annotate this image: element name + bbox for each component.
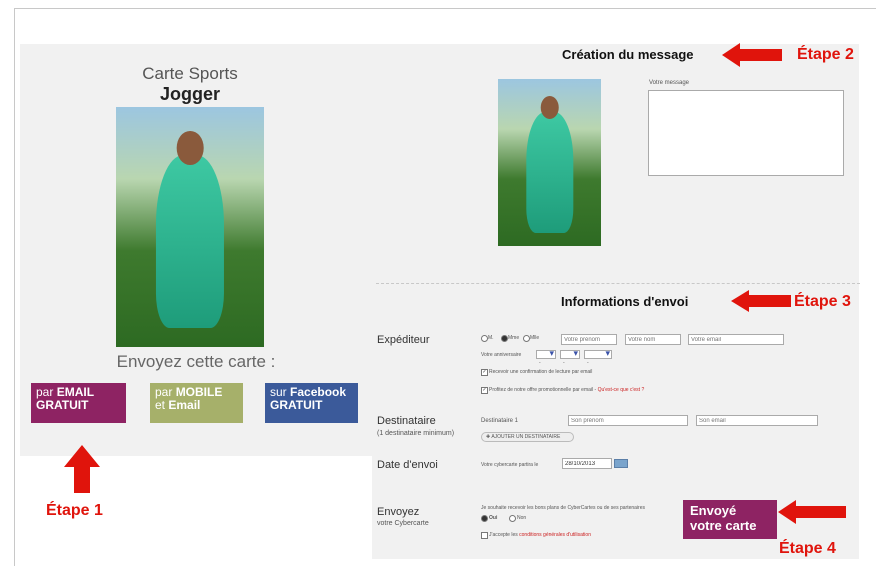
title-mr-radio[interactable]	[481, 335, 488, 342]
arrow-left-icon	[731, 290, 791, 312]
birthday-day-select[interactable]: -	[536, 348, 556, 366]
title-mr-label: M.	[488, 335, 494, 341]
title-mrs-label: Mme	[508, 335, 520, 341]
sender-first-name-input[interactable]	[561, 334, 617, 345]
message-textarea[interactable]	[648, 90, 844, 176]
sender-label: Expéditeur	[377, 334, 430, 346]
partner-offers-label: Je souhaite recevoir les bons plans de C…	[481, 505, 645, 511]
recipient-email-input[interactable]	[696, 415, 818, 426]
send-date-input[interactable]	[562, 458, 612, 469]
arrow-up-icon	[64, 445, 100, 493]
step-1-label: Étape 1	[46, 502, 103, 519]
step-2-label: Étape 2	[797, 46, 854, 63]
title-miss-label: Mlle	[530, 335, 540, 341]
jogger-figure	[525, 112, 574, 233]
arrow-left-icon	[778, 500, 846, 524]
recipient-first-name-input[interactable]	[568, 415, 688, 426]
jogger-head	[540, 95, 559, 120]
jogger-head	[176, 131, 204, 165]
offers-no-label: Non	[517, 515, 527, 521]
send-by-facebook-button[interactable]: sur Facebook GRATUIT	[265, 383, 358, 423]
step-4-label: Étape 4	[779, 540, 836, 557]
recipient-minimum-note: (1 destinataire minimum)	[377, 430, 455, 437]
sender-last-name-input[interactable]	[625, 334, 681, 345]
card-photo	[116, 107, 264, 347]
message-section-heading: Création du message	[562, 47, 694, 62]
read-confirmation-checkbox[interactable]: ✓	[481, 369, 488, 376]
promo-info-link[interactable]: Qu'est-ce que c'est ?	[598, 387, 645, 393]
terms-label: J'accepte les conditions générales d'uti…	[489, 532, 591, 538]
offers-yes-radio[interactable]	[481, 515, 488, 522]
offers-no-radio[interactable]	[509, 515, 516, 522]
terms-checkbox[interactable]	[481, 532, 488, 539]
promo-offer-checkbox[interactable]: ✓	[481, 387, 488, 394]
card-category-title: Carte Sports	[142, 64, 238, 83]
send-by-mobile-button[interactable]: par MOBILE et Email	[150, 383, 243, 423]
send-this-card-label: Envoyez cette carte :	[116, 352, 276, 371]
section-divider	[376, 283, 860, 284]
send-card-button[interactable]: Envoyé votre carte	[683, 500, 777, 539]
add-recipient-button[interactable]: ✚ AJOUTER UN DESTINATAIRE	[481, 432, 574, 442]
recipient-label: Destinataire	[377, 415, 436, 427]
recipient-row-label: Destinataire 1	[481, 418, 519, 424]
step-3-label: Étape 3	[794, 293, 851, 310]
send-date-label: Date d'envoi	[377, 459, 438, 471]
terms-link[interactable]: conditions générales d'utilisation	[519, 532, 591, 538]
birthday-month-select[interactable]: -	[560, 348, 580, 366]
promo-offer-label: Profitez de notre offre promotionnelle p…	[489, 387, 645, 393]
message-label: Votre message	[649, 80, 690, 86]
read-confirmation-label: Recevoir une confirmation de lecture par…	[489, 369, 593, 375]
message-card-thumbnail	[498, 79, 601, 246]
send-date-text: Votre cybercarte partira le	[481, 462, 539, 468]
title-miss-radio[interactable]	[523, 335, 530, 342]
sending-section-heading: Informations d'envoi	[561, 294, 689, 309]
jogger-figure	[155, 155, 225, 328]
birthday-year-select[interactable]: -	[584, 348, 612, 366]
birthday-label: Votre anniversaire	[481, 352, 522, 358]
card-name: Jogger	[159, 84, 220, 104]
offers-yes-label: Oui	[489, 515, 498, 521]
send-by-email-button[interactable]: par EMAIL GRATUIT	[31, 383, 126, 423]
title-mrs-radio[interactable]	[501, 335, 508, 342]
send-card-label: Envoyez	[377, 506, 420, 518]
calendar-icon[interactable]	[614, 459, 628, 468]
send-card-sublabel: votre Cybercarte	[377, 520, 429, 527]
sender-email-input[interactable]	[688, 334, 784, 345]
arrow-left-icon	[722, 43, 782, 67]
